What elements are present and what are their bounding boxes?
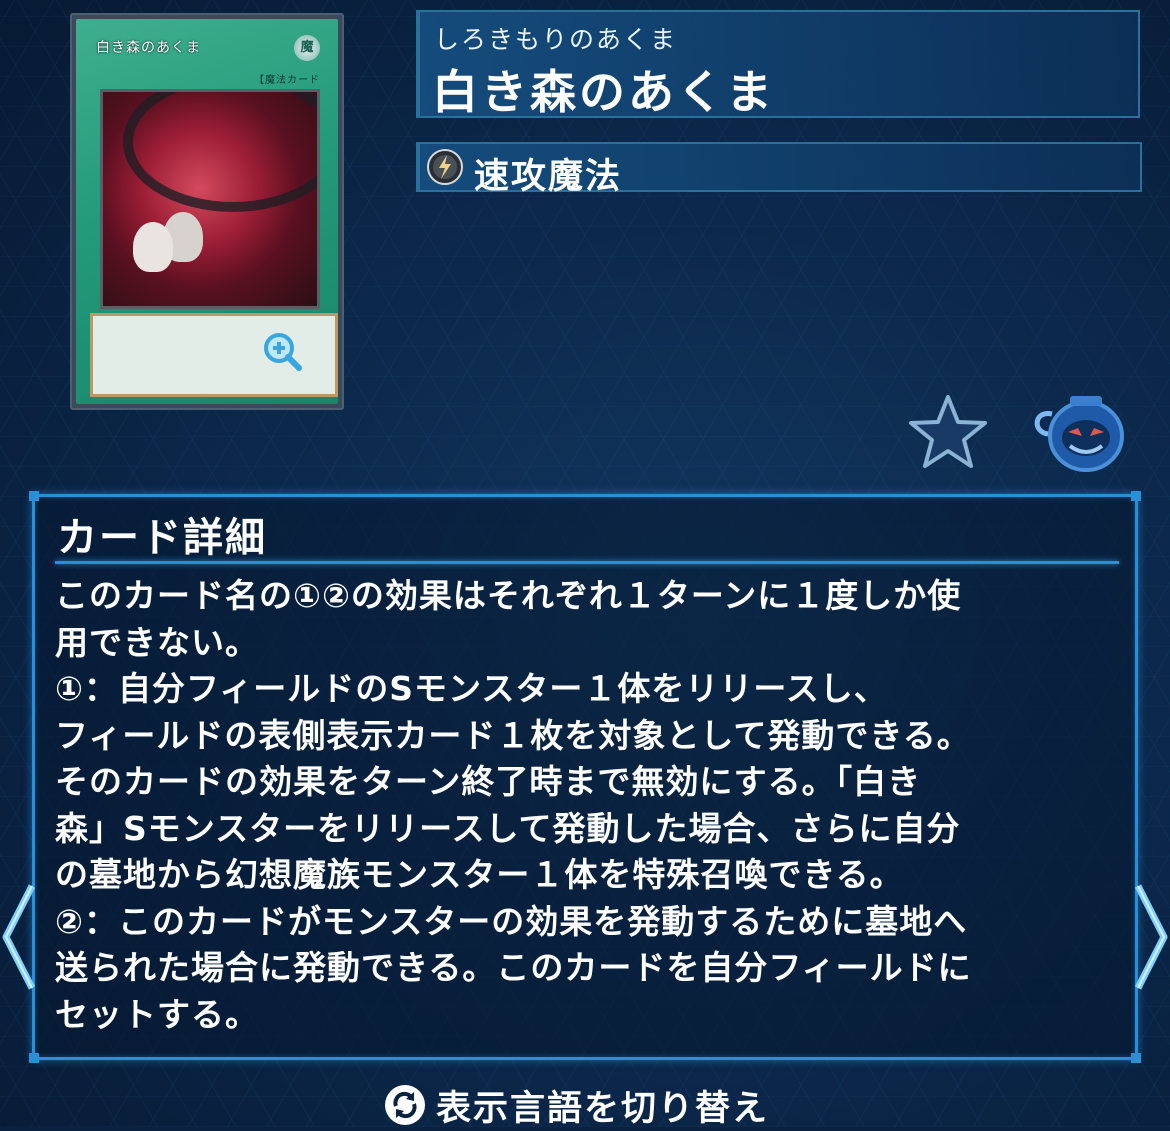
- chevron-right-icon[interactable]: [1130, 882, 1170, 992]
- effect-line: ②：このカードがモンスターの効果を発動するために墓地へ: [55, 901, 968, 941]
- card-type-panel: 速攻魔法: [416, 142, 1142, 197]
- pot-of-greed-icon[interactable]: [1030, 392, 1126, 474]
- language-toggle-label: 表示言語を切り替え: [436, 1088, 770, 1129]
- spell-type-label: 速攻魔法: [474, 157, 623, 197]
- card-image-name: 白き森のあくま: [96, 40, 201, 56]
- card-image[interactable]: 白き森のあくま 魔 【魔法カード: [70, 13, 344, 410]
- effect-line: 森」Sモンスターをリリースして発動した場合、さらに自分: [55, 808, 961, 848]
- panel-corner: [29, 491, 39, 501]
- detail-title: カード詳細: [57, 515, 267, 561]
- divider: [55, 561, 1119, 564]
- card-name: 白き森のあくま: [432, 65, 775, 119]
- effect-line: の墓地から幻想魔族モンスター１体を特殊召喚できる。: [55, 855, 904, 894]
- effect-line: そのカードの効果をターン終了時まで無効にする。「白き: [55, 762, 922, 801]
- card-frame: 白き森のあくま 魔 【魔法カード: [76, 19, 338, 404]
- language-toggle-button[interactable]: 表示言語を切り替え: [384, 1082, 770, 1129]
- chevron-left-icon[interactable]: [0, 882, 40, 992]
- zoom-in-icon[interactable]: [262, 331, 302, 371]
- effect-line: このカード名の①②の効果はそれぞれ１ターンに１度しか使: [55, 576, 962, 615]
- card-effect-text: このカード名の①②の効果はそれぞれ１ターンに１度しか使 用できない。 ①：自分フ…: [55, 573, 1125, 1038]
- effect-line: 送られた場合に発動できる。このカードを自分フィールドに: [55, 948, 972, 987]
- effect-line: セットする。: [55, 994, 259, 1034]
- card-image-type-line: 【魔法カード: [254, 75, 320, 86]
- panel-corner: [1131, 1053, 1141, 1063]
- effect-line: ①：自分フィールドのSモンスター１体をリリースし、: [55, 669, 888, 708]
- quick-play-spell-icon: [427, 149, 463, 185]
- card-ruby: しろきもりのあくま: [434, 25, 678, 54]
- card-attribute-icon: 魔: [294, 35, 320, 61]
- card-detail-panel: カード詳細 このカード名の①②の効果はそれぞれ１ターンに１度しか使 用できない。…: [29, 491, 1141, 1063]
- card-artwork: [100, 89, 320, 309]
- effect-line: 用できない。: [55, 622, 259, 662]
- refresh-icon: [385, 1085, 425, 1125]
- star-icon[interactable]: [908, 393, 988, 469]
- card-title-panel: しろきもりのあくま 白き森のあくま: [416, 10, 1140, 119]
- panel-corner: [1131, 491, 1141, 501]
- effect-line: フィールドの表側表示カード１枚を対象として発動できる。: [55, 715, 971, 755]
- panel-corner: [29, 1053, 39, 1063]
